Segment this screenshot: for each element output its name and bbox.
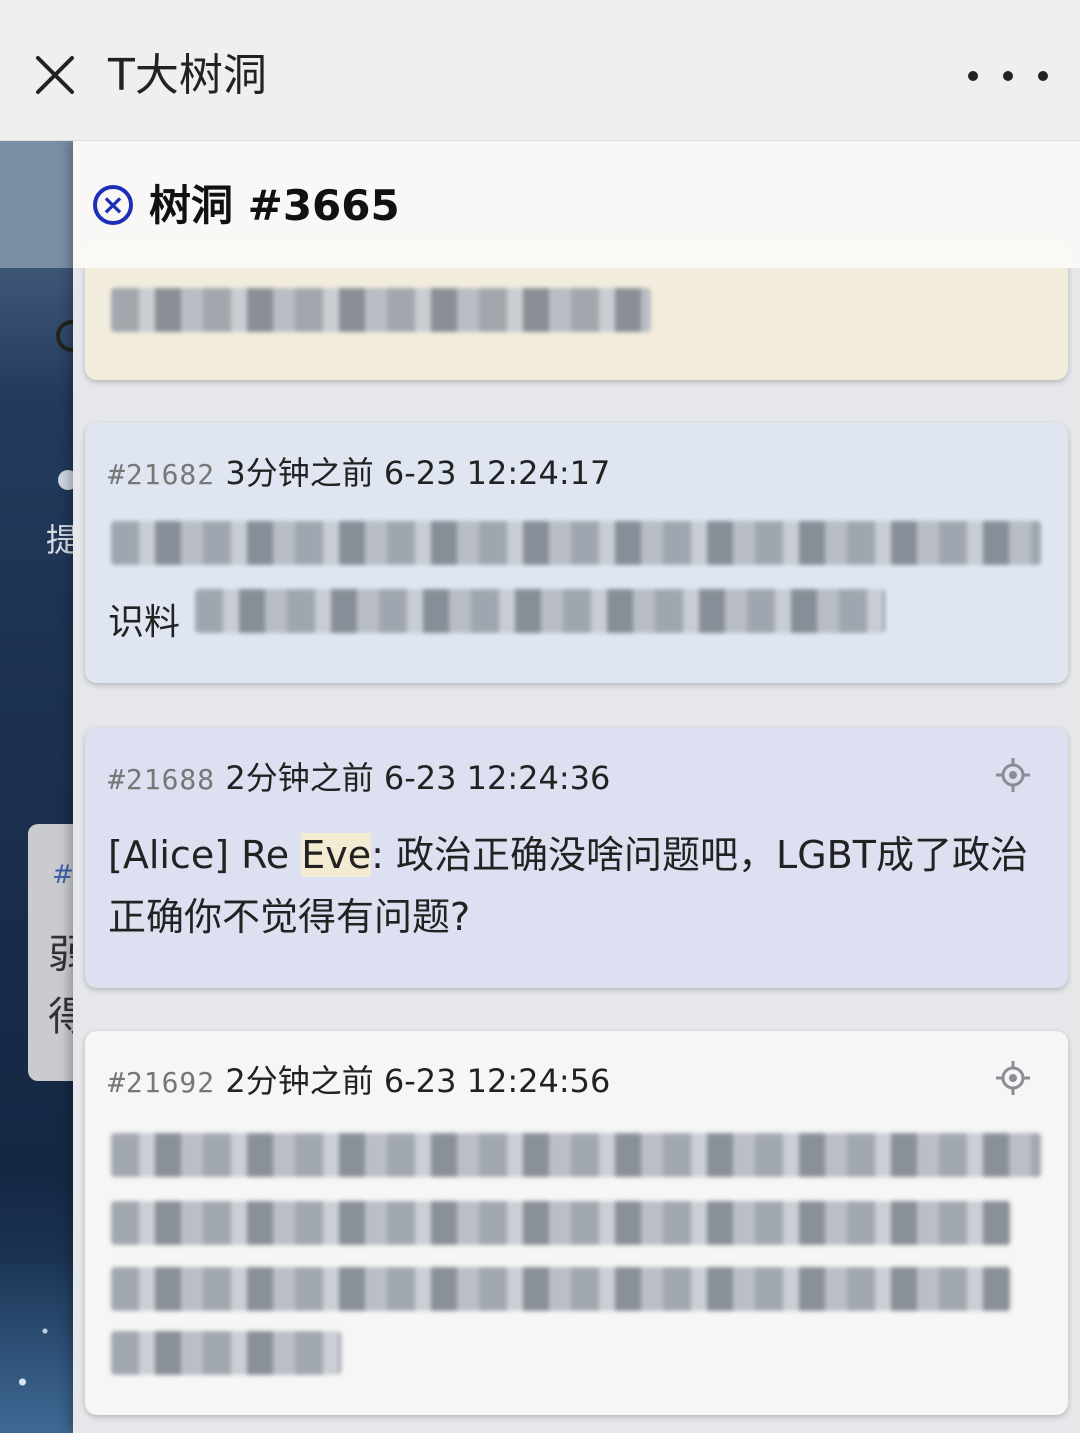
app-title: T大树洞 bbox=[108, 50, 267, 101]
post-meta: #21682 3分钟之前 6-23 12:24:17 bbox=[108, 453, 610, 495]
thread-panel: × 树洞 #3665 #21682 3分钟之前 6-23 12:24:17 识料… bbox=[73, 140, 1080, 1433]
blurred-text bbox=[111, 521, 1041, 565]
post-time: 2分钟之前 6-23 12:24:36 bbox=[225, 759, 611, 797]
circle-x-icon[interactable]: × bbox=[93, 185, 133, 225]
post-time: 3分钟之前 6-23 12:24:17 bbox=[225, 454, 611, 492]
post-body-fragment: 识料 bbox=[108, 602, 181, 643]
more-icon-dot bbox=[968, 71, 978, 81]
blurred-text bbox=[111, 1267, 1011, 1311]
blurred-text bbox=[111, 1133, 1041, 1177]
blurred-text bbox=[195, 589, 885, 633]
blurred-text bbox=[111, 288, 651, 332]
post-id: #21682 bbox=[108, 458, 216, 491]
crosshair-icon[interactable] bbox=[996, 1061, 1030, 1095]
post-card: #21692 2分钟之前 6-23 12:24:56 bbox=[85, 1031, 1068, 1415]
post-meta: #21688 2分钟之前 6-23 12:24:36 bbox=[108, 758, 610, 800]
thread-header: × 树洞 #3665 bbox=[73, 140, 1080, 268]
background-header bbox=[0, 140, 75, 268]
more-button[interactable] bbox=[968, 56, 1048, 96]
close-icon bbox=[36, 56, 74, 94]
post-body-prefix: [Alice] Re bbox=[108, 833, 302, 877]
more-icon-dot bbox=[1038, 71, 1048, 81]
thread-title: 树洞 #3665 bbox=[149, 181, 400, 230]
post-meta: #21692 2分钟之前 6-23 12:24:56 bbox=[108, 1061, 610, 1103]
post-card: #21682 3分钟之前 6-23 12:24:17 识料 bbox=[85, 423, 1068, 683]
post-id: #21688 bbox=[108, 763, 216, 796]
blurred-text bbox=[111, 1201, 1011, 1245]
post-body: [Alice] Re Eve: 政治正确没啥问题吧，LGBT成了政治正确你不觉得… bbox=[108, 824, 1038, 948]
crosshair-icon[interactable] bbox=[996, 758, 1030, 792]
background-image bbox=[0, 1263, 75, 1433]
background-card-hash: # bbox=[52, 860, 74, 890]
post-time: 2分钟之前 6-23 12:24:56 bbox=[225, 1062, 611, 1100]
highlighted-name: Eve bbox=[301, 833, 372, 877]
more-icon-dot bbox=[1003, 71, 1013, 81]
app-bar: T大树洞 bbox=[0, 0, 1080, 141]
blurred-text bbox=[111, 1331, 341, 1375]
post-card: #21688 2分钟之前 6-23 12:24:36 [Alice] Re Ev… bbox=[85, 728, 1068, 988]
post-id: #21692 bbox=[108, 1066, 216, 1099]
close-button[interactable] bbox=[24, 44, 86, 106]
